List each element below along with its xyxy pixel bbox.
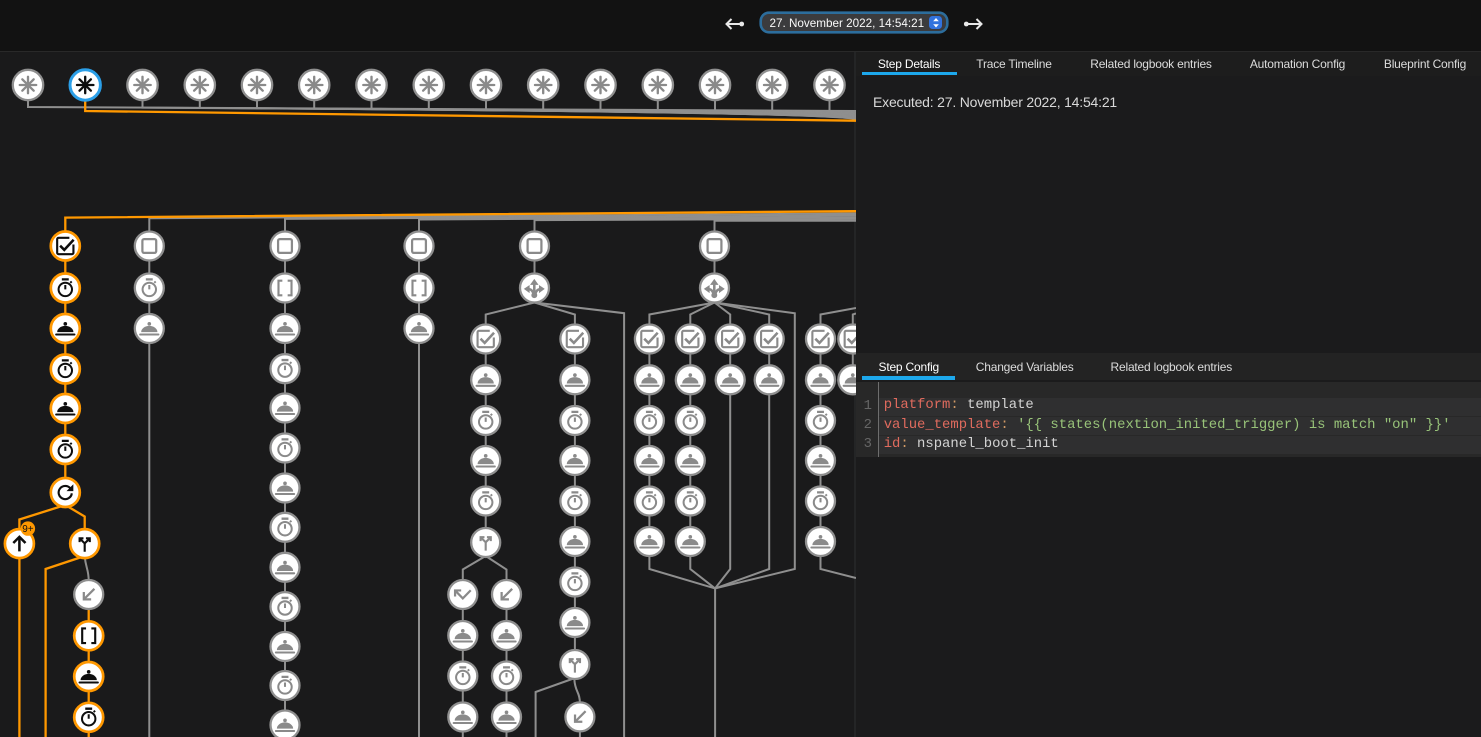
svg-text:9+: 9+ bbox=[22, 524, 34, 535]
